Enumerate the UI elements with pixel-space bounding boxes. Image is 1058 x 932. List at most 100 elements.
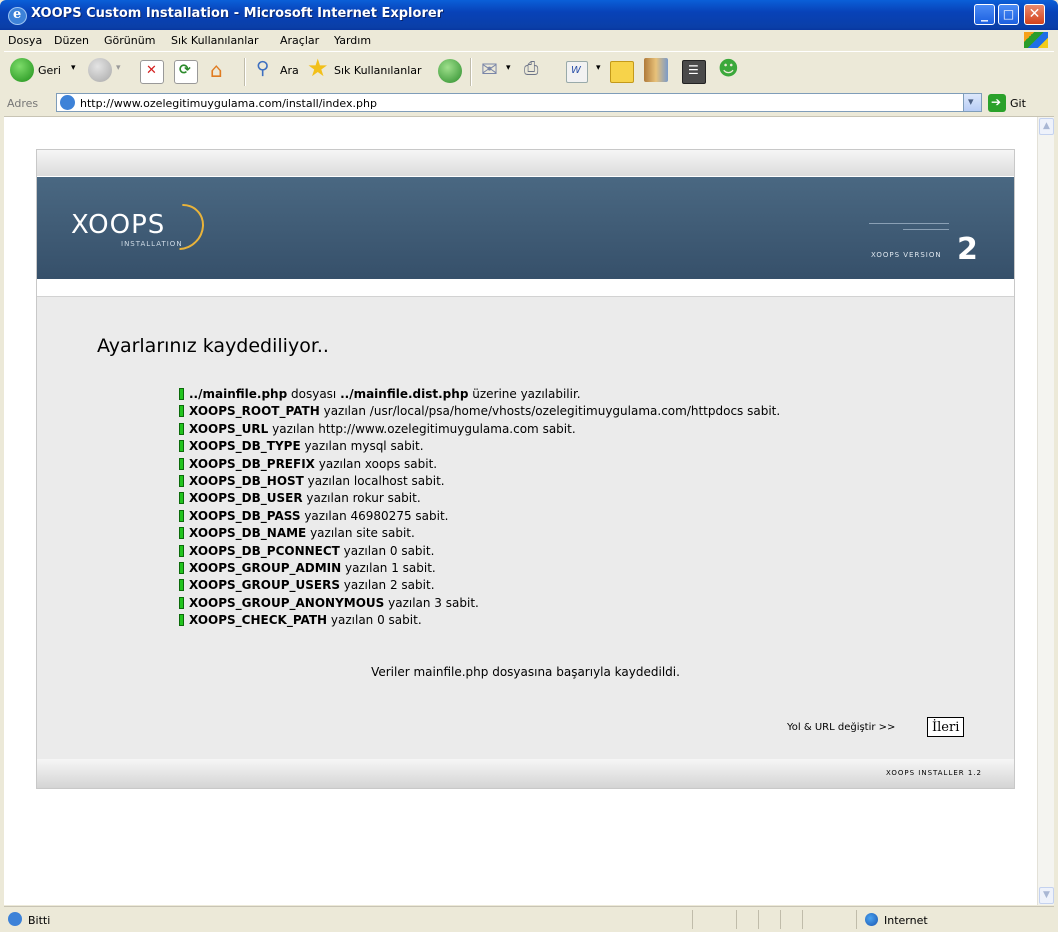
search-icon[interactable]: ⚲ — [254, 58, 278, 82]
favorites-icon[interactable]: ★ — [306, 54, 332, 82]
setting-value: yazılan 1 sabit. — [341, 560, 436, 575]
list-item-text: XOOPS_GROUP_USERS yazılan 2 sabit. — [189, 578, 435, 592]
mail-dropdown-icon[interactable]: ▾ — [506, 63, 511, 73]
setting-name-secondary: ../mainfile.dist.php — [340, 387, 469, 401]
list-item-text: XOOPS_DB_PCONNECT yazılan 0 sabit. — [189, 544, 434, 558]
back-button-label[interactable]: Geri — [38, 64, 61, 77]
setting-name: XOOPS_GROUP_USERS — [189, 578, 340, 593]
menu-yardim[interactable]: Yardım — [334, 34, 371, 47]
menu-dosya[interactable]: Dosya — [8, 34, 42, 47]
menu-gorunum[interactable]: Görünüm — [104, 34, 155, 47]
scroll-up-icon[interactable]: ▲ — [1039, 118, 1054, 135]
globe-icon — [865, 913, 878, 926]
setting-name: XOOPS_GROUP_ADMIN — [189, 560, 342, 575]
address-label: Adres — [7, 97, 39, 110]
toolbar-separator — [470, 58, 472, 86]
scroll-down-icon[interactable]: ▼ — [1039, 887, 1054, 904]
list-item-text: XOOPS_URL yazılan http://www.ozelegitimu… — [189, 422, 576, 436]
status-ok-icon — [179, 440, 184, 453]
edit-icon[interactable]: W — [566, 61, 588, 83]
go-arrow-icon[interactable] — [988, 94, 1006, 112]
status-panel — [856, 910, 857, 929]
list-item-text: XOOPS_DB_USER yazılan rokur sabit. — [189, 491, 421, 505]
stop-icon[interactable]: ✕ — [140, 60, 164, 84]
menu-araclar[interactable]: Araçlar — [280, 34, 319, 47]
status-ok-icon — [179, 544, 184, 557]
setting-name: XOOPS_DB_PCONNECT — [189, 543, 340, 558]
discuss-panel-icon[interactable]: ☰ — [682, 60, 706, 84]
setting-value: yazılan 2 sabit. — [339, 578, 435, 593]
ie-logo-icon — [8, 7, 27, 25]
refresh-icon[interactable]: ⟳ — [174, 60, 198, 84]
list-item-text: XOOPS_GROUP_ANONYMOUS yazılan 3 sabit. — [189, 596, 479, 610]
menu-sik-kullanilanlar[interactable]: Sık Kullanılanlar — [171, 34, 259, 47]
version-divider — [903, 229, 949, 230]
installer-version: XOOPS INSTALLER 1.2 — [886, 769, 982, 777]
edit-dropdown-icon[interactable]: ▾ — [596, 63, 601, 73]
setting-value: yazılan 3 sabit. — [384, 595, 479, 610]
logo-arc-icon — [148, 194, 214, 260]
forward-dropdown-icon[interactable]: ▾ — [116, 63, 121, 73]
next-hint: Yol & URL değiştir >> — [787, 722, 896, 733]
windows-logo-icon — [1024, 32, 1048, 48]
messenger-icon[interactable]: ☻ — [718, 56, 742, 82]
setting-name: XOOPS_DB_PREFIX — [189, 456, 315, 471]
minimize-button[interactable]: _ — [974, 4, 995, 25]
list-item-text: XOOPS_DB_HOST yazılan localhost sabit. — [189, 474, 445, 488]
maximize-button[interactable]: □ — [998, 4, 1019, 25]
discuss-icon[interactable] — [610, 61, 634, 83]
status-ok-icon — [179, 388, 184, 400]
success-message: Veriler mainfile.php dosyasına başarıyla… — [371, 665, 680, 679]
status-ok-icon — [179, 405, 184, 418]
version-label: XOOPS VERSION — [871, 251, 942, 259]
address-input[interactable]: http://www.ozelegitimuygulama.com/instal… — [56, 93, 982, 112]
status-ok-icon — [179, 561, 184, 574]
status-panel — [692, 910, 693, 929]
print-icon[interactable]: ⎙ — [522, 58, 548, 81]
list-item-text: XOOPS_CHECK_PATH yazılan 0 sabit. — [189, 613, 422, 627]
setting-value: yazılan rokur sabit. — [302, 491, 421, 506]
version-divider — [869, 223, 949, 224]
setting-name: XOOPS_DB_USER — [189, 491, 303, 506]
research-icon[interactable] — [644, 58, 668, 82]
status-ok-icon — [179, 579, 184, 592]
close-button[interactable]: ✕ — [1024, 4, 1045, 25]
status-ok-icon — [179, 457, 184, 470]
address-url[interactable]: http://www.ozelegitimuygulama.com/instal… — [80, 97, 377, 110]
list-item-text: XOOPS_ROOT_PATH yazılan /usr/local/psa/h… — [189, 404, 780, 418]
status-ok-icon — [179, 509, 184, 522]
setting-name: XOOPS_DB_NAME — [189, 526, 307, 541]
status-ok-icon — [179, 596, 184, 609]
next-button[interactable]: İleri — [927, 717, 965, 737]
setting-name: XOOPS_GROUP_ANONYMOUS — [189, 595, 385, 610]
setting-value: dosyası — [287, 387, 341, 401]
setting-name: XOOPS_ROOT_PATH — [189, 404, 320, 419]
back-icon[interactable] — [10, 58, 34, 82]
title-bar[interactable]: XOOPS Custom Installation - Microsoft In… — [0, 0, 1058, 30]
setting-value: yazılan 0 sabit. — [327, 613, 422, 628]
menu-duzen[interactable]: Düzen — [54, 34, 89, 47]
vertical-scrollbar[interactable]: ▲ ▼ — [1037, 117, 1054, 905]
list-item-text: XOOPS_GROUP_ADMIN yazılan 1 sabit. — [189, 561, 436, 575]
setting-value: yazılan mysql sabit. — [300, 439, 424, 454]
installer-content: Ayarlarınız kaydediliyor.. ../mainfile.p… — [37, 296, 1014, 759]
top-stripe — [37, 150, 1014, 176]
list-item-text: XOOPS_DB_PASS yazılan 46980275 sabit. — [189, 509, 448, 523]
favorites-button-label[interactable]: Sık Kullanılanlar — [334, 64, 422, 77]
xoops-logo: XOOPS — [71, 210, 166, 240]
search-button-label[interactable]: Ara — [280, 64, 299, 77]
list-item-text: XOOPS_DB_TYPE yazılan mysql sabit. — [189, 439, 424, 453]
history-icon[interactable] — [438, 59, 462, 83]
back-dropdown-icon[interactable]: ▾ — [71, 63, 76, 73]
go-button-label[interactable]: Git — [1010, 97, 1026, 110]
mail-icon[interactable]: ✉ — [480, 57, 504, 81]
home-icon[interactable]: ⌂ — [208, 58, 234, 82]
status-ok-icon — [179, 422, 184, 435]
installer-footer: XOOPS INSTALLER 1.2 — [37, 759, 1014, 788]
status-ok-icon — [179, 492, 184, 505]
forward-icon[interactable] — [88, 58, 112, 82]
list-item-text: XOOPS_DB_PREFIX yazılan xoops sabit. — [189, 457, 437, 471]
address-dropdown-icon[interactable] — [963, 94, 981, 111]
page-viewport: XOOPS INSTALLATION XOOPS VERSION 2 Ayarl… — [4, 117, 1037, 905]
next-step: Yol & URL değiştir >> İleri — [787, 717, 965, 737]
